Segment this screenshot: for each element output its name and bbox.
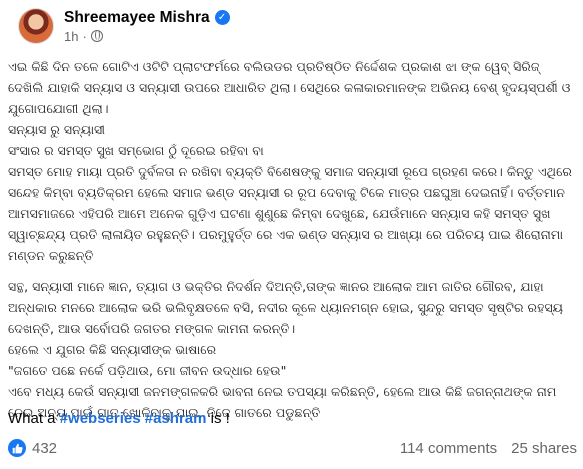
shares-count[interactable]: 25 shares: [511, 440, 577, 457]
post-footer: 432 114 comments 25 shares: [8, 437, 577, 459]
closing-prefix: What a: [8, 410, 60, 427]
author-row: Shreemayee Mishra ✓: [64, 9, 230, 27]
post-paragraph-1: ଏଇ କିଛି ଦିନ ତଳେ ଗୋଟିଏ ଓଟିଟି ପ୍ଲାଟଫର୍ମରେ …: [8, 59, 572, 263]
globe-icon[interactable]: [90, 30, 103, 42]
post-time[interactable]: 1h: [64, 29, 78, 44]
post-body: ଏଇ କିଛି ଦିନ ତଳେ ଗୋଟିଏ ଓଟିଟି ପ୍ଲାଟଫର୍ମରେ …: [8, 56, 576, 423]
hashtag-ashram[interactable]: #ashram: [145, 410, 207, 427]
post-closing-line: What a #webseries #ashram is !: [8, 410, 230, 427]
avatar[interactable]: [18, 8, 54, 44]
reactions-count[interactable]: 432: [32, 440, 57, 457]
like-icon: [8, 439, 26, 457]
post-paragraph-2: ସନ୍ଥ, ସନ୍ୟାସୀ ମାନେ ଜ୍ଞାନ, ତ୍ୟାଗ ଓ ଭକ୍ତିର…: [8, 279, 564, 420]
reactions-summary[interactable]: 432: [8, 439, 57, 457]
engagement-stats: 114 comments 25 shares: [400, 440, 577, 457]
post-header: Shreemayee Mishra ✓ 1h ·: [18, 4, 230, 48]
author-name[interactable]: Shreemayee Mishra: [64, 9, 210, 27]
author-block: Shreemayee Mishra ✓ 1h ·: [64, 9, 230, 44]
comments-count[interactable]: 114 comments: [400, 440, 497, 457]
hashtag-webseries[interactable]: #webseries: [60, 410, 141, 427]
separator: ·: [82, 28, 87, 44]
post-meta: 1h ·: [64, 29, 230, 44]
verified-badge-icon: ✓: [214, 10, 230, 25]
closing-suffix: is !: [206, 410, 230, 427]
